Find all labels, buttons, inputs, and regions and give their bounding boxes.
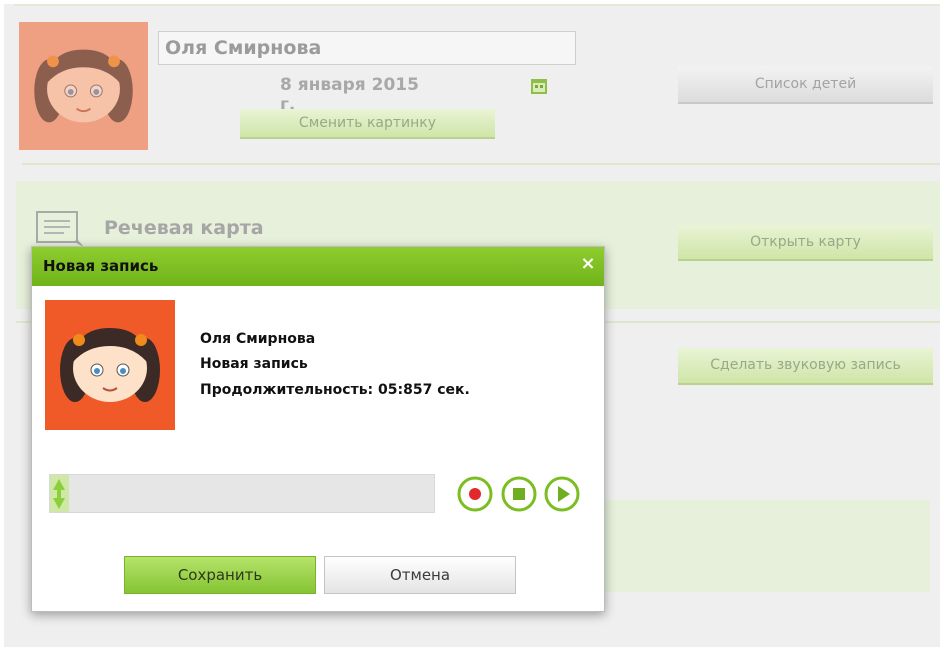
recordings-area bbox=[604, 500, 930, 592]
stop-icon[interactable] bbox=[501, 476, 537, 512]
close-icon[interactable]: × bbox=[580, 255, 596, 273]
record-icon[interactable] bbox=[457, 476, 493, 512]
calendar-icon[interactable] bbox=[530, 77, 548, 95]
dialog-title: Новая запись bbox=[43, 257, 159, 275]
dialog-child-name: Оля Смирнова bbox=[200, 331, 316, 347]
girl-face-icon bbox=[34, 49, 133, 123]
children-list-button[interactable]: Список детей bbox=[678, 66, 933, 104]
play-icon[interactable] bbox=[544, 476, 580, 512]
new-recording-dialog: Новая запись × Оля Смирнова Новая запись… bbox=[31, 246, 605, 612]
section-divider bbox=[22, 163, 940, 165]
top-divider bbox=[14, 4, 940, 6]
open-card-button[interactable]: Открыть карту bbox=[678, 225, 933, 261]
dialog-header: Новая запись × bbox=[32, 247, 604, 286]
save-button[interactable]: Сохранить bbox=[124, 556, 316, 594]
child-avatar bbox=[19, 22, 148, 150]
cancel-button[interactable]: Отмена bbox=[324, 556, 516, 594]
make-recording-button[interactable]: Сделать звуковую запись bbox=[678, 348, 933, 385]
playback-progress-bar[interactable] bbox=[49, 474, 435, 513]
seek-handle-icon[interactable] bbox=[52, 478, 66, 510]
girl-face-icon bbox=[60, 328, 160, 402]
speech-card-title: Речевая карта bbox=[104, 217, 264, 239]
dialog-duration: Продолжительность: 05:857 сек. bbox=[200, 382, 470, 398]
dialog-child-avatar bbox=[45, 300, 175, 430]
dialog-record-name: Новая запись bbox=[200, 356, 308, 372]
child-name-field[interactable]: Оля Смирнова bbox=[158, 31, 576, 65]
change-picture-button[interactable]: Сменить картинку bbox=[240, 109, 495, 139]
speech-card-icon bbox=[36, 211, 84, 247]
